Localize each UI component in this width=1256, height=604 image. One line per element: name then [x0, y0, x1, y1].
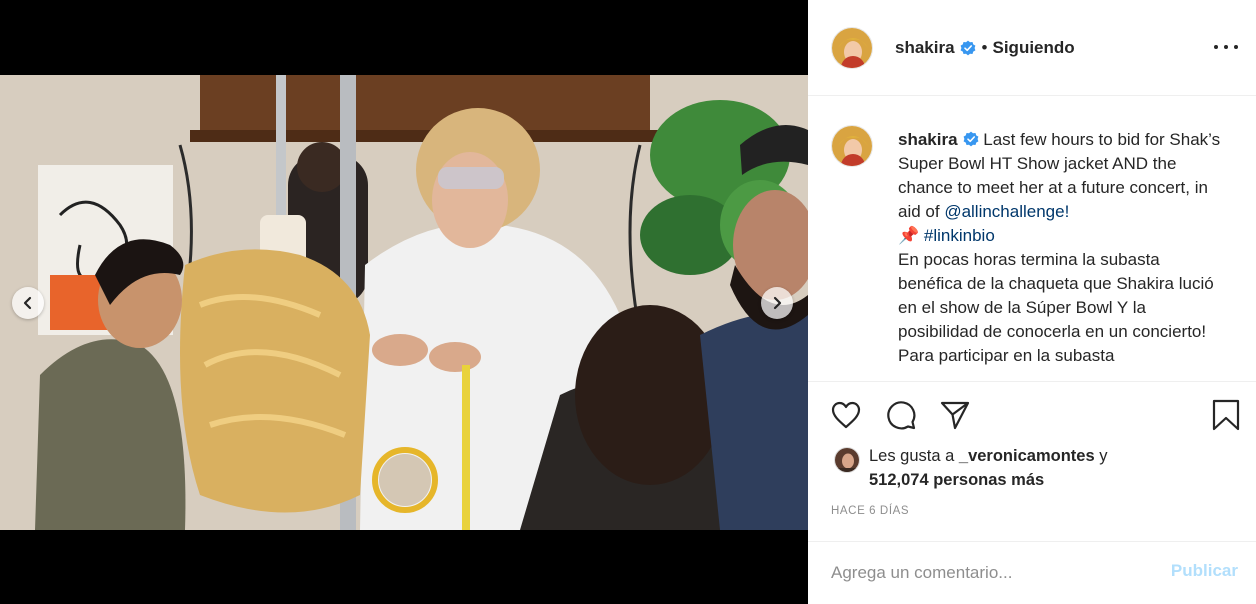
likes-prefix: Les gusta a — [869, 447, 959, 465]
verified-badge-icon — [960, 40, 975, 55]
likes-count-link[interactable]: 512,074 personas más — [869, 471, 1044, 489]
post-side-panel: shakira • Siguiendo shakira Last few hou… — [808, 0, 1256, 604]
paper-plane-icon — [940, 401, 970, 430]
pin-emoji: 📌 — [898, 226, 920, 245]
verified-badge-icon — [963, 131, 978, 147]
header-separator: • — [981, 37, 988, 57]
save-button[interactable] — [1210, 399, 1242, 431]
avatar-image — [832, 126, 872, 166]
caption-text-spanish: En pocas horas termina la subasta benéfi… — [898, 250, 1214, 365]
caption-scroll-area[interactable]: shakira Last few hours to bid for Shak’s… — [808, 97, 1256, 381]
post-photo — [0, 75, 808, 530]
more-options-icon[interactable] — [1214, 38, 1238, 56]
post-timestamp[interactable]: HACE 6 DÍAS — [831, 505, 909, 517]
following-button[interactable]: Siguiendo — [993, 38, 1075, 58]
liker-avatar[interactable] — [834, 447, 860, 473]
author-avatar[interactable] — [831, 26, 873, 69]
hashtag-link[interactable]: #linkinbio — [924, 226, 995, 245]
comment-button[interactable] — [885, 399, 917, 431]
photo-illustration — [0, 75, 808, 530]
comment-bubble-icon — [887, 401, 916, 430]
caption-username[interactable]: shakira — [898, 130, 958, 149]
heart-icon — [831, 401, 861, 429]
caption-author-avatar[interactable] — [831, 125, 873, 167]
likes-conjunction: y — [1094, 447, 1108, 465]
chevron-right-icon — [773, 296, 782, 310]
likes-text: Les gusta a _veronicamontes y 512,074 pe… — [869, 444, 1229, 492]
dot — [1214, 45, 1218, 49]
post-actions: Les gusta a _veronicamontes y 512,074 pe… — [808, 381, 1256, 541]
dot — [1234, 45, 1238, 49]
post-caption: shakira Last few hours to bid for Shak’s… — [898, 128, 1228, 368]
post-media — [0, 0, 808, 604]
comment-bar: Publicar — [808, 541, 1256, 604]
like-button[interactable] — [830, 399, 862, 431]
dot — [1224, 45, 1228, 49]
publish-button[interactable]: Publicar — [1171, 561, 1238, 581]
post-header: shakira • Siguiendo — [808, 0, 1256, 96]
avatar-image — [832, 27, 872, 68]
share-button[interactable] — [939, 399, 971, 431]
next-image-button[interactable] — [761, 287, 793, 319]
bookmark-icon — [1212, 399, 1240, 431]
author-username[interactable]: shakira — [895, 38, 955, 58]
comment-input[interactable] — [831, 560, 1151, 586]
chevron-left-icon — [23, 296, 32, 310]
previous-image-button[interactable] — [12, 287, 44, 319]
avatar-image — [835, 448, 859, 472]
mention-link[interactable]: @allinchallenge! — [944, 202, 1069, 221]
liker-username[interactable]: _veronicamontes — [959, 447, 1095, 465]
